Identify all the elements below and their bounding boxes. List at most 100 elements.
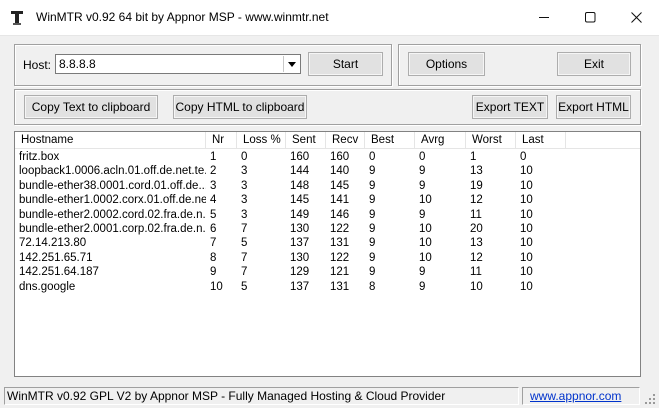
appnor-link[interactable]: www.appnor.com <box>522 387 640 405</box>
table-row[interactable]: 142.251.65.71 8 7 130 122 9 10 12 10 <box>15 251 640 265</box>
cell-loss: 3 <box>241 179 248 192</box>
export-text-button[interactable]: Export TEXT <box>472 95 548 119</box>
cell-recv: 140 <box>330 165 350 178</box>
cell-sent: 137 <box>290 237 310 250</box>
cell-best: 9 <box>369 179 376 192</box>
cell-sent: 144 <box>290 165 310 178</box>
cell-sent: 130 <box>290 222 310 235</box>
cell-nr: 9 <box>210 266 217 279</box>
cell-worst: 20 <box>470 222 483 235</box>
cell-avrg: 10 <box>419 194 432 207</box>
minimize-button[interactable] <box>521 0 567 34</box>
cell-nr: 2 <box>210 165 217 178</box>
cell-hostname: 72.14.213.80 <box>19 237 87 250</box>
winmtr-app-icon <box>10 10 24 26</box>
column-header-hostname[interactable]: Hostname <box>15 132 206 149</box>
cell-nr: 1 <box>210 151 217 163</box>
cell-last: 0 <box>520 151 527 163</box>
cell-best: 0 <box>369 151 376 163</box>
table-row[interactable]: bundle-ether38.0001.cord.01.off.de.... 3 3… <box>15 179 640 193</box>
cell-loss: 5 <box>241 237 248 250</box>
copy-html-button[interactable]: Copy HTML to clipboard <box>173 95 307 119</box>
cell-last: 10 <box>520 266 533 279</box>
cell-loss: 0 <box>241 151 248 163</box>
cell-sent: 130 <box>290 251 310 264</box>
cell-avrg: 9 <box>419 280 426 293</box>
maximize-button[interactable] <box>567 0 613 34</box>
cell-nr: 5 <box>210 208 217 221</box>
results-table[interactable]: Hostname Nr Loss % Sent Recv Best Avrg W… <box>14 131 641 377</box>
cell-last: 10 <box>520 179 533 192</box>
cell-recv: 141 <box>330 194 350 207</box>
cell-recv: 160 <box>330 151 350 163</box>
cell-nr: 10 <box>210 280 223 293</box>
column-header-best[interactable]: Best <box>365 132 415 149</box>
cell-worst: 12 <box>470 194 483 207</box>
cell-recv: 146 <box>330 208 350 221</box>
cell-hostname: dns.google <box>19 280 76 293</box>
cell-avrg: 10 <box>419 237 432 250</box>
cell-worst: 11 <box>470 266 482 279</box>
start-button[interactable]: Start <box>308 52 383 76</box>
cell-best: 9 <box>369 251 376 264</box>
cell-nr: 8 <box>210 251 217 264</box>
close-button[interactable] <box>613 0 659 34</box>
table-row[interactable]: 142.251.64.187 9 7 129 121 9 9 11 10 <box>15 265 640 279</box>
table-row[interactable]: dns.google 10 5 137 131 8 9 10 10 <box>15 280 640 294</box>
column-header-last[interactable]: Last <box>516 132 566 149</box>
options-button[interactable]: Options <box>408 52 485 76</box>
status-bar: WinMTR v0.92 GPL V2 by Appnor MSP - Full… <box>0 382 659 408</box>
title-bar[interactable]: WinMTR v0.92 64 bit by Appnor MSP - www.… <box>0 0 659 36</box>
column-header-recv[interactable]: Recv <box>326 132 365 149</box>
cell-last: 10 <box>520 208 533 221</box>
cell-avrg: 9 <box>419 266 426 279</box>
close-icon <box>630 11 642 23</box>
host-dropdown-button[interactable] <box>283 56 299 72</box>
cell-loss: 3 <box>241 165 248 178</box>
column-header-worst[interactable]: Worst <box>466 132 516 149</box>
column-header-avrg[interactable]: Avrg <box>415 132 466 149</box>
cell-sent: 145 <box>290 194 310 207</box>
cell-last: 10 <box>520 237 533 250</box>
cell-avrg: 9 <box>419 165 426 178</box>
column-header-nr[interactable]: Nr <box>206 132 237 149</box>
cell-loss: 7 <box>241 266 248 279</box>
column-header-loss[interactable]: Loss % <box>237 132 286 149</box>
cell-worst: 12 <box>470 251 483 264</box>
cell-worst: 19 <box>470 179 483 192</box>
table-row[interactable]: bundle-ether1.0002.corx.01.off.de.ne... 4… <box>15 193 640 207</box>
status-text: WinMTR v0.92 GPL V2 by Appnor MSP - Full… <box>4 387 519 405</box>
cell-worst: 1 <box>470 151 477 163</box>
cell-best: 9 <box>369 165 376 178</box>
cell-sent: 149 <box>290 208 310 221</box>
cell-loss: 5 <box>241 280 248 293</box>
table-body: fritz.box 1 0 160 160 0 0 1 0 loopback1.0006.acln… <box>15 150 640 294</box>
column-header-sent[interactable]: Sent <box>286 132 326 149</box>
cell-hostname: bundle-ether1.0002.corx.01.off.de.ne... <box>19 194 206 207</box>
cell-nr: 3 <box>210 179 217 192</box>
cell-sent: 160 <box>290 151 310 163</box>
cell-avrg: 9 <box>419 179 426 192</box>
cell-recv: 145 <box>330 179 350 192</box>
minimize-icon <box>538 16 549 18</box>
cell-hostname: bundle-ether2.0002.cord.02.fra.de.n... <box>19 208 206 221</box>
table-row[interactable]: bundle-ether2.0001.corp.02.fra.de.n... 6 7… <box>15 222 640 236</box>
copy-text-button[interactable]: Copy Text to clipboard <box>24 95 158 119</box>
cell-sent: 137 <box>290 280 310 293</box>
host-label: Host: <box>23 58 52 72</box>
cell-best: 9 <box>369 208 376 221</box>
chevron-down-icon <box>287 61 296 67</box>
table-header: Hostname Nr Loss % Sent Recv Best Avrg W… <box>15 132 640 149</box>
cell-last: 10 <box>520 222 533 235</box>
cell-avrg: 10 <box>419 251 432 264</box>
exit-button[interactable]: Exit <box>557 52 631 76</box>
table-row[interactable]: fritz.box 1 0 160 160 0 0 1 0 <box>15 150 640 164</box>
table-row[interactable]: 72.14.213.80 7 5 137 131 9 10 13 10 <box>15 236 640 250</box>
resize-grip-icon[interactable] <box>644 393 656 405</box>
export-html-button[interactable]: Export HTML <box>556 95 631 119</box>
cell-best: 9 <box>369 237 376 250</box>
table-row[interactable]: bundle-ether2.0002.cord.02.fra.de.n... 5 3… <box>15 208 640 222</box>
table-row[interactable]: loopback1.0006.acln.01.off.de.net.te... 2… <box>15 164 640 178</box>
host-combobox[interactable]: 8.8.8.8 <box>55 54 301 74</box>
host-input[interactable]: 8.8.8.8 <box>59 57 96 71</box>
